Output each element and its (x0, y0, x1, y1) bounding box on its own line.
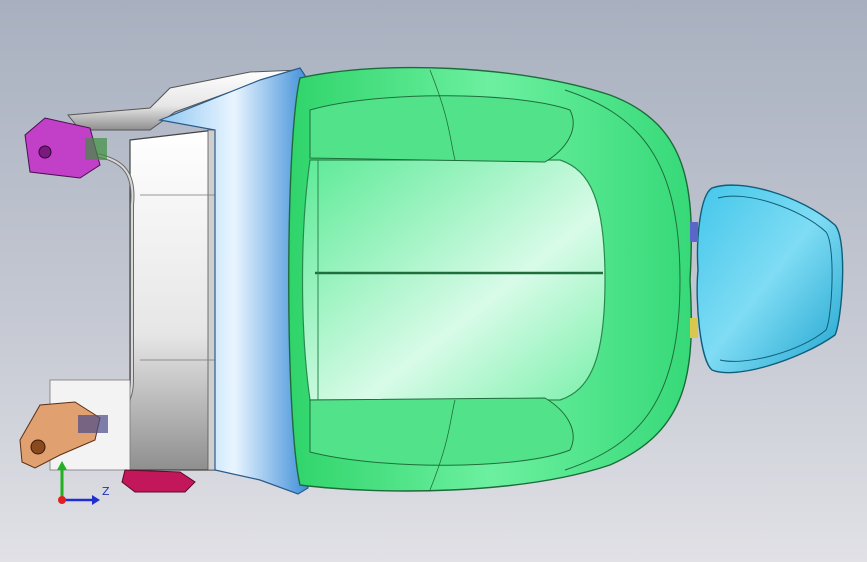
upper-bolster (309, 95, 574, 163)
lower-bolster (309, 397, 574, 466)
headrest[interactable] (696, 184, 844, 374)
adjuster-handle[interactable] (121, 469, 196, 493)
seat-assembly-model[interactable] (0, 0, 867, 562)
x-axis-origin (58, 496, 66, 504)
z-axis-label: Z (102, 485, 110, 498)
orientation-triad[interactable]: Z (50, 455, 120, 515)
headrest-post-upper (690, 222, 698, 242)
seat-cushion-center[interactable] (301, 159, 606, 401)
cad-viewport[interactable]: Z (0, 0, 867, 562)
headrest-post-lower (690, 318, 698, 338)
